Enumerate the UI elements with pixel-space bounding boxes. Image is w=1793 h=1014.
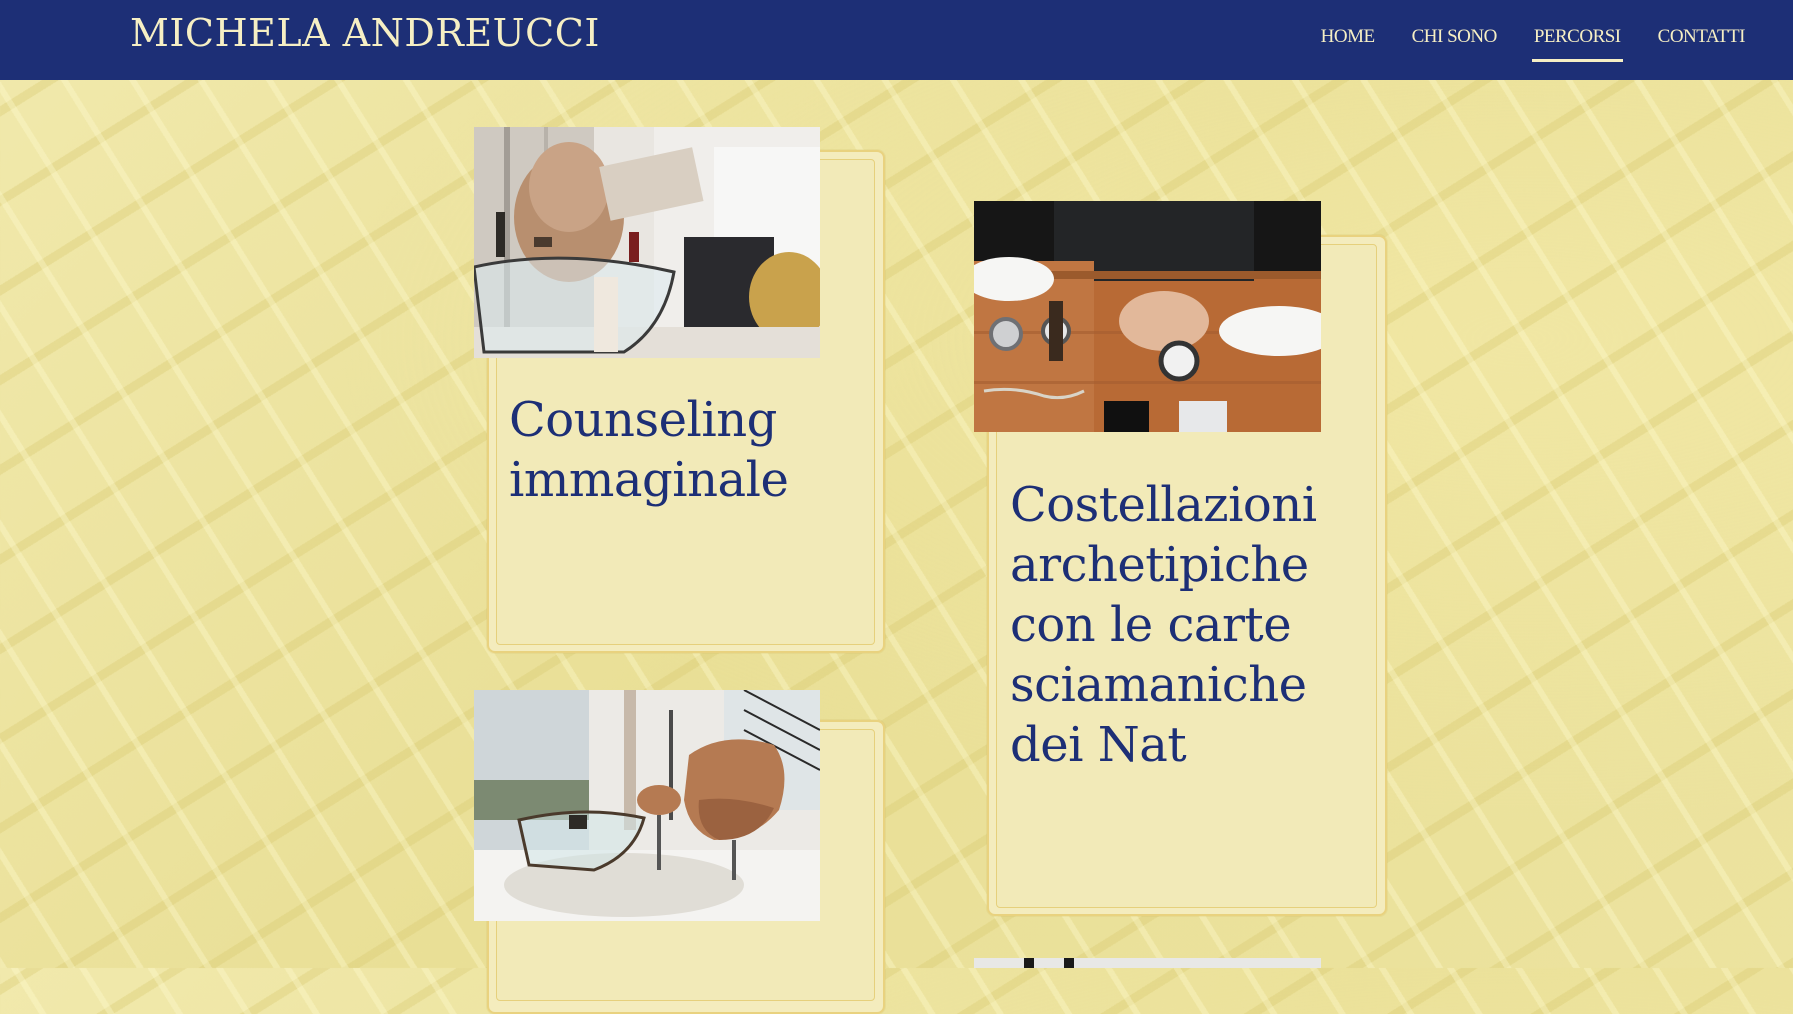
nav-chi-sono[interactable]: CHI SONO — [1412, 26, 1498, 54]
living-room-reading-photo[interactable] — [474, 127, 820, 358]
nav-home[interactable]: HOME — [1321, 26, 1375, 54]
site-header: MICHELA ANDREUCCI HOME CHI SONO PERCORSI… — [0, 0, 1793, 80]
lounge-chair-photo[interactable] — [474, 690, 820, 921]
card-title-counseling[interactable]: Counseling immaginale — [509, 390, 829, 510]
site-logo[interactable]: MICHELA ANDREUCCI — [130, 11, 600, 55]
main-nav: HOME CHI SONO PERCORSI CONTATTI — [1321, 26, 1746, 62]
nav-percorsi[interactable]: PERCORSI — [1531, 26, 1623, 62]
desk-watches-photo[interactable] — [974, 201, 1321, 432]
card-title-costellazioni[interactable]: Costellazioni archetipiche con le carte … — [1010, 475, 1390, 775]
nav-contatti[interactable]: CONTATTI — [1658, 26, 1746, 54]
bottom-card-photo[interactable] — [974, 958, 1321, 968]
